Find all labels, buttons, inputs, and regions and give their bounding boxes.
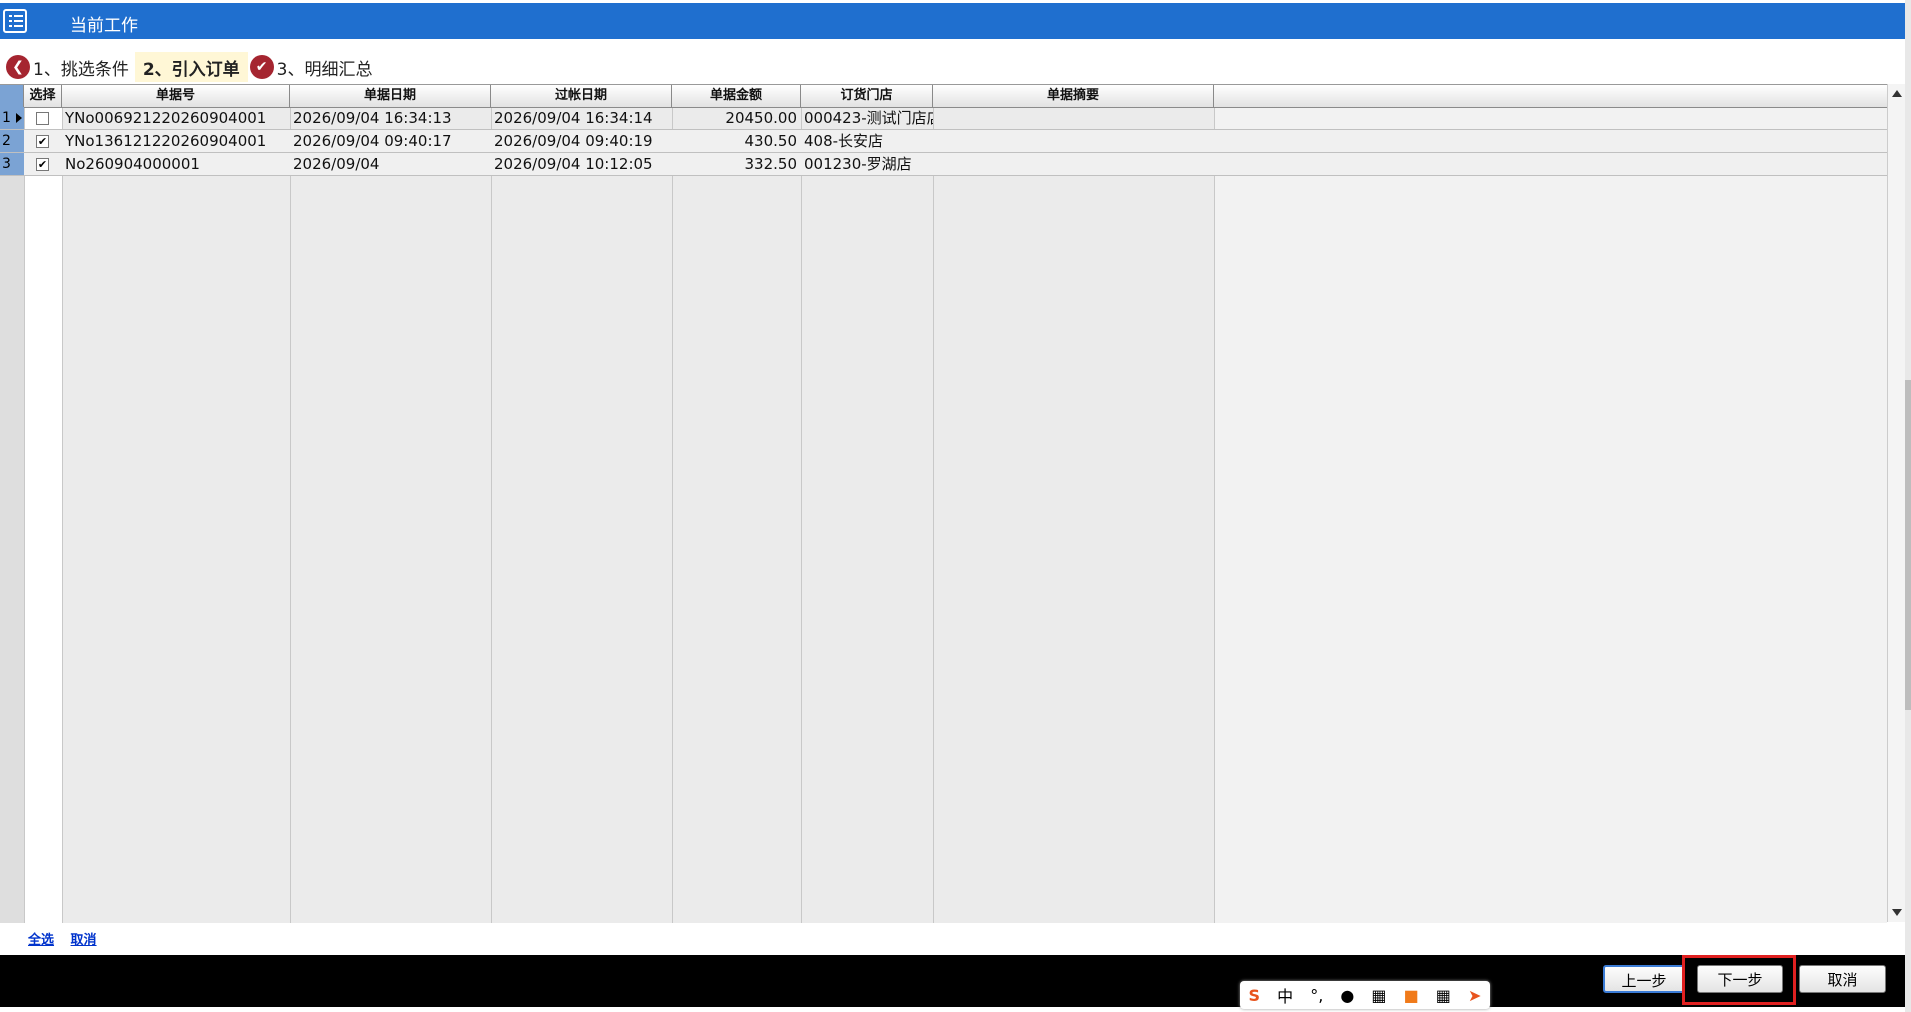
cancel-selection-link[interactable]: 取消 <box>71 933 97 948</box>
cell-summary <box>933 130 1214 152</box>
cell-summary <box>933 153 1214 175</box>
cell-store: 000423-测试门店店 <box>804 109 933 127</box>
col-store[interactable]: 订货门店 <box>801 85 933 107</box>
row-number: 1 <box>0 107 24 129</box>
cell-doc-no: No260904000001 <box>65 155 200 173</box>
orders-grid: 选择 单据号 单据日期 过帐日期 单据金额 订货门店 单据摘要 1 YNo006… <box>0 84 1887 923</box>
next-step-highlight <box>1682 955 1796 1005</box>
toolbox-grid-icon[interactable]: ▦ <box>1436 986 1451 1005</box>
table-row[interactable]: 3 ✔ No260904000001 2026/09/04 2026/09/04… <box>0 153 1887 176</box>
scroll-down-icon[interactable] <box>1892 909 1902 916</box>
cell-doc-date: 2026/09/04 09:40:17 <box>293 132 452 150</box>
cell-store: 408-长安店 <box>804 132 884 150</box>
check-icon: ✔ <box>249 55 274 79</box>
title-bar: 当前工作 <box>0 3 1905 39</box>
window-scrollbar[interactable] <box>1905 0 1911 1012</box>
sogou-logo-icon[interactable]: S <box>1249 986 1261 1005</box>
back-arrow-icon: ❮ <box>6 55 30 79</box>
cell-post-date: 2026/09/04 16:34:14 <box>494 109 653 127</box>
wizard-steps: ❮ 1、挑选条件 2、引入订单 ✔ 3、明细汇总 <box>4 52 379 82</box>
cell-post-date: 2026/09/04 09:40:19 <box>494 132 653 150</box>
cell-doc-date: 2026/09/04 16:34:13 <box>293 109 452 127</box>
step-label: 2、引入订单 <box>142 59 240 80</box>
selection-links: 全选 取消 <box>28 929 109 948</box>
select-column-bg <box>24 85 62 923</box>
cell-doc-date: 2026/09/04 <box>293 155 380 173</box>
row-indicator-column <box>0 107 24 923</box>
window-title: 当前工作 <box>70 16 138 36</box>
skin-icon[interactable]: ■ <box>1404 986 1419 1005</box>
col-doc-date[interactable]: 单据日期 <box>290 85 491 107</box>
keyboard-icon[interactable]: ▦ <box>1371 986 1386 1005</box>
cell-amount: 20450.00 <box>725 109 797 127</box>
scroll-up-icon[interactable] <box>1892 90 1902 97</box>
header-corner <box>0 85 24 107</box>
more-icon[interactable]: ➤ <box>1468 986 1481 1005</box>
scroll-thumb[interactable] <box>1905 380 1911 710</box>
grid-header: 选择 单据号 单据日期 过帐日期 单据金额 订货门店 单据摘要 <box>0 85 1887 108</box>
col-post-date[interactable]: 过帐日期 <box>491 85 672 107</box>
cancel-button[interactable]: 取消 <box>1799 965 1886 993</box>
cell-doc-no: YNo136121220260904001 <box>65 132 267 150</box>
row-checkbox[interactable] <box>36 112 49 125</box>
cell-post-date: 2026/09/04 10:12:05 <box>494 155 653 173</box>
col-select[interactable]: 选择 <box>24 85 62 107</box>
table-row[interactable]: 1 YNo006921220260904001 2026/09/04 16:34… <box>0 107 1887 130</box>
select-all-link[interactable]: 全选 <box>28 933 54 948</box>
col-doc-no[interactable]: 单据号 <box>62 85 290 107</box>
step-detail-summary[interactable]: ✔ 3、明细汇总 <box>248 52 379 82</box>
empty-area <box>1214 85 1887 923</box>
row-checkbox[interactable]: ✔ <box>36 158 49 171</box>
row-checkbox[interactable]: ✔ <box>36 135 49 148</box>
current-row-arrow-icon <box>16 113 22 123</box>
table-row[interactable]: 2 ✔ YNo136121220260904001 2026/09/04 09:… <box>0 130 1887 153</box>
ime-mode[interactable]: 中 <box>1277 983 1293 1007</box>
cell-amount: 430.50 <box>744 132 798 150</box>
row-number: 3 <box>0 153 24 175</box>
step-select-conditions[interactable]: ❮ 1、挑选条件 <box>4 52 135 82</box>
cell-summary <box>933 107 1214 129</box>
punctuation-icon[interactable]: °, <box>1310 986 1323 1005</box>
microphone-icon[interactable]: ● <box>1340 986 1354 1005</box>
col-summary[interactable]: 单据摘要 <box>933 85 1214 107</box>
step-label: 1、挑选条件 <box>33 59 129 80</box>
cell-amount: 332.50 <box>744 155 798 173</box>
cell-doc-no: YNo006921220260904001 <box>65 109 267 127</box>
list-icon[interactable] <box>3 9 27 33</box>
ime-toolbar: S 中 °, ● ▦ ■ ▦ ➤ <box>1240 981 1490 1009</box>
step-import-orders[interactable]: 2、引入订单 <box>134 52 248 82</box>
row-number: 2 <box>0 130 24 152</box>
grid-vertical-scrollbar[interactable] <box>1887 84 1906 922</box>
cell-store: 001230-罗湖店 <box>804 155 912 173</box>
prev-step-button[interactable]: 上一步 <box>1603 965 1685 993</box>
col-amount[interactable]: 单据金额 <box>672 85 801 107</box>
step-label: 3、明细汇总 <box>276 59 373 80</box>
